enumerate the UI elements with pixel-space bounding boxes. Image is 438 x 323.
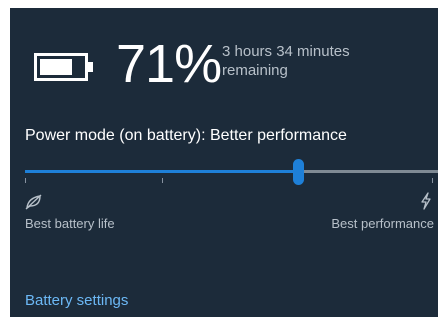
- slider-tick: [432, 178, 433, 183]
- time-remaining-line1: 3 hours 34 minutes: [222, 43, 350, 60]
- battery-settings-link[interactable]: Battery settings: [25, 291, 128, 310]
- left-edge: [0, 0, 10, 323]
- top-edge: [0, 0, 438, 8]
- slider-track-remaining[interactable]: [298, 170, 438, 173]
- slider-tick: [25, 178, 26, 183]
- slider-thumb[interactable]: [293, 159, 304, 185]
- battery-percentage: 71%: [116, 34, 222, 94]
- lightning-bolt-icon: [421, 192, 431, 210]
- battery-saver-icon: [25, 194, 42, 210]
- bottom-edge: [0, 317, 438, 323]
- battery-charge-fill: [40, 59, 72, 75]
- slider-track-filled[interactable]: [25, 170, 298, 173]
- battery-icon: [34, 53, 93, 81]
- time-remaining: 3 hours 34 minutes remaining: [222, 42, 422, 80]
- power-mode-slider[interactable]: [25, 156, 438, 190]
- slider-tick: [162, 178, 163, 183]
- power-mode-label: Power mode (on battery): Better performa…: [25, 127, 347, 144]
- battery-flyout: 71% 3 hours 34 minutes remaining Power m…: [0, 0, 438, 323]
- best-performance-caption: Best performance: [331, 216, 434, 231]
- time-remaining-line2: remaining: [222, 62, 288, 79]
- best-battery-life-caption: Best battery life: [25, 216, 115, 231]
